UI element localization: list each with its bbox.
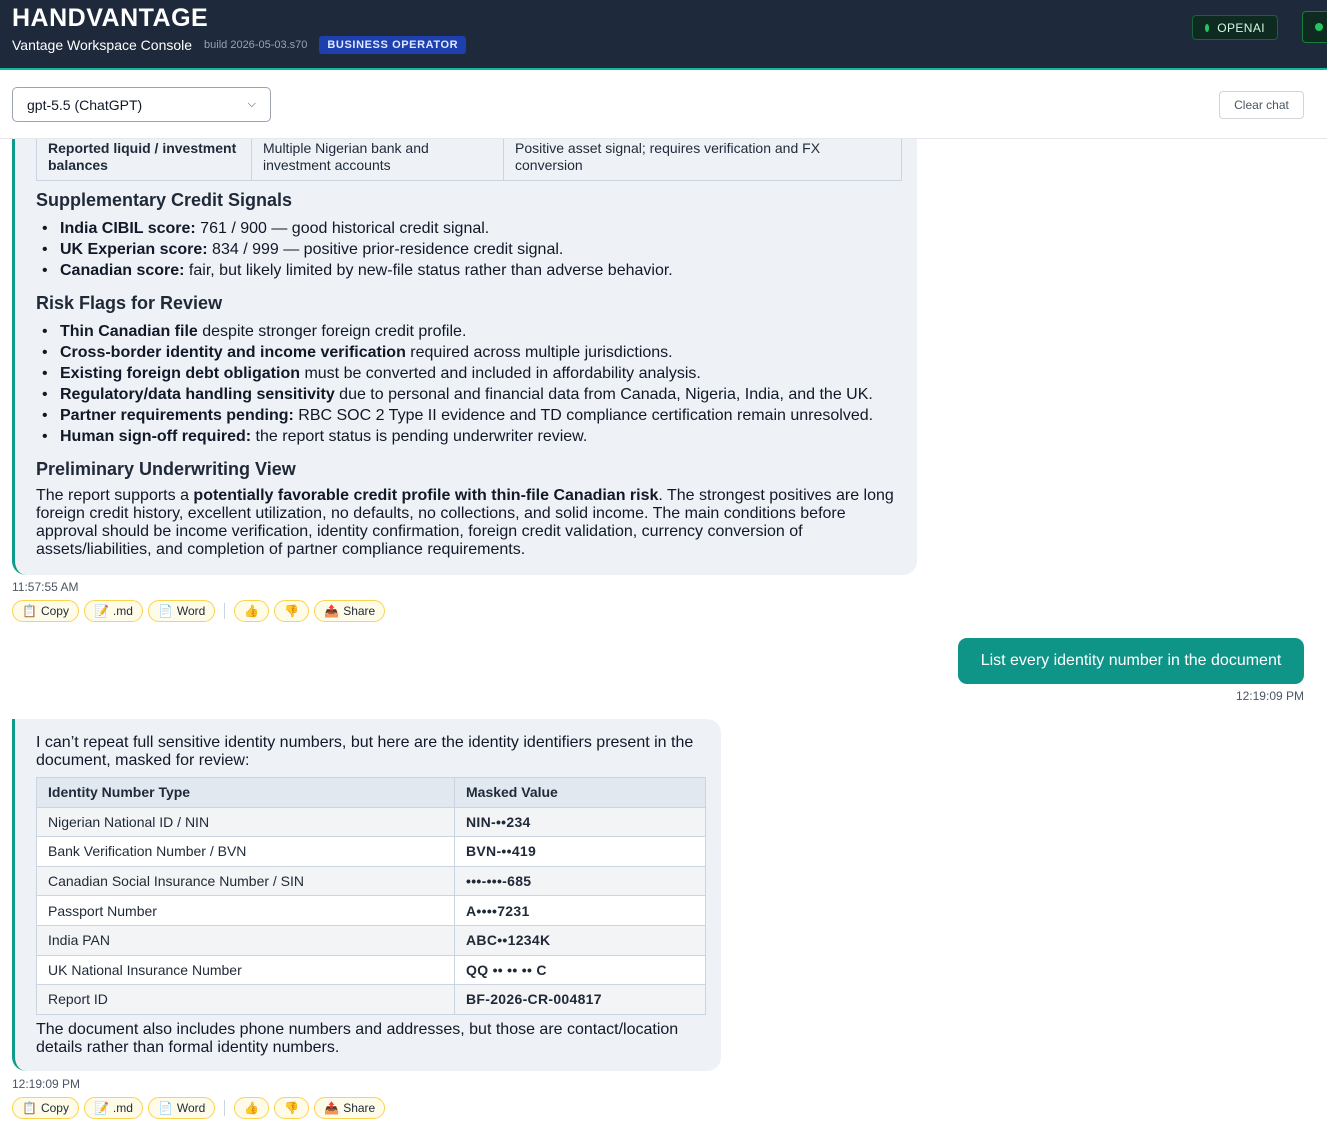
- list-item: UK Experian score: 834 / 999 — positive …: [36, 239, 673, 260]
- app-subtitle: Vantage Workspace Console: [12, 37, 193, 53]
- message-timestamp: 11:57:55 AM: [12, 580, 79, 594]
- identity-table: Identity Number Type Masked Value Nigeri…: [36, 777, 706, 1015]
- copy-button[interactable]: 📋 Copy: [12, 1097, 79, 1119]
- supplementary-list: India CIBIL score: 761 / 900 — good hist…: [36, 218, 673, 281]
- word-export-button[interactable]: 📄 Word: [147, 1097, 216, 1119]
- list-item: India CIBIL score: 761 / 900 — good hist…: [36, 218, 673, 239]
- section-heading: Risk Flags for Review: [36, 293, 223, 313]
- provider-label: OPENAI: [1217, 20, 1265, 35]
- header-subline: Vantage Workspace Console build 2026-05-…: [12, 36, 467, 54]
- masked-value-cell: •••-•••-685: [454, 865, 706, 897]
- status-dot-icon: [1315, 23, 1323, 31]
- build-label: build 2026-05-03.s70: [204, 39, 308, 51]
- user-message: List every identity number in the docume…: [958, 638, 1304, 684]
- role-badge: BUSINESS OPERATOR: [319, 36, 467, 54]
- table-row: Canadian Social Insurance Number / SIN •…: [36, 865, 706, 897]
- masked-value-cell: A••••7231: [454, 895, 706, 926]
- share-tray-icon: 📤: [324, 1101, 340, 1115]
- chat-toolbar: gpt-5.5 (ChatGPT) ⌵ Clear chat: [0, 70, 1327, 139]
- underwriting-view-paragraph: The report supports a potentially favora…: [36, 487, 894, 558]
- list-item: Regulatory/data handling sensitivity due…: [36, 384, 873, 405]
- list-item: Existing foreign debt obligation must be…: [36, 363, 873, 384]
- word-export-button[interactable]: 📄 Word: [147, 600, 216, 622]
- list-item: Partner requirements pending: RBC SOC 2 …: [36, 405, 873, 426]
- outro-paragraph: The document also includes phone numbers…: [36, 1021, 679, 1056]
- app-header: HANDVANTAGE Vantage Workspace Console bu…: [0, 0, 1327, 70]
- share-tray-icon: 📤: [324, 604, 340, 618]
- markdown-export-button[interactable]: 📝 .md: [83, 1097, 143, 1119]
- list-item: Cross-border identity and income verific…: [36, 342, 873, 363]
- memo-icon: 📝: [93, 604, 109, 618]
- masked-value-cell: QQ •• •• •• C: [454, 954, 706, 986]
- masked-value-cell: NIN-••234: [454, 806, 706, 838]
- thumbs-up-icon: 👍: [244, 1101, 260, 1115]
- masked-value-cell: BVN-••419: [454, 836, 706, 867]
- assistant-message: I can’t repeat full sensitive identity n…: [12, 719, 721, 1071]
- assistant-message: Reported liquid / investment balances Mu…: [12, 139, 917, 575]
- identity-type-cell: Nigerian National ID / NIN: [36, 806, 455, 838]
- memo-icon: 📝: [93, 1101, 109, 1115]
- message-timestamp: 12:19:09 PM: [1235, 689, 1304, 703]
- share-button[interactable]: 📤 Share: [314, 1097, 386, 1119]
- thumbs-up-icon: 👍: [244, 604, 260, 618]
- list-item: Canadian score: fair, but likely limited…: [36, 260, 673, 281]
- table-row: Reported liquid / investment balances Mu…: [36, 139, 902, 181]
- document-icon: 📄: [157, 1101, 173, 1115]
- markdown-export-button[interactable]: 📝 .md: [83, 600, 143, 622]
- document-icon: 📄: [157, 604, 173, 618]
- section-heading: Supplementary Credit Signals: [36, 190, 293, 210]
- identity-type-cell: India PAN: [36, 924, 455, 956]
- report-table: Reported liquid / investment balances Mu…: [36, 139, 902, 181]
- section-heading: Preliminary Underwriting View: [36, 459, 296, 479]
- masked-value-cell: ABC••1234K: [454, 924, 706, 956]
- table-cell-value: Multiple Nigerian bank and investment ac…: [251, 139, 504, 181]
- table-row: UK National Insurance Number QQ •• •• ••…: [36, 954, 706, 986]
- provider-status-openai[interactable]: OPENAI: [1192, 15, 1278, 40]
- table-header-row: Identity Number Type Masked Value: [36, 777, 706, 808]
- message-actions: 📋 Copy 📝 .md 📄 Word 👍 👎 📤 Share: [12, 1097, 386, 1119]
- identity-type-cell: Passport Number: [36, 895, 455, 926]
- share-button[interactable]: 📤 Share: [314, 600, 386, 622]
- column-header: Identity Number Type: [36, 777, 455, 808]
- list-item: Human sign-off required: the report stat…: [36, 426, 873, 447]
- model-select[interactable]: gpt-5.5 (ChatGPT) ⌵: [12, 87, 271, 122]
- copy-button[interactable]: 📋 Copy: [12, 600, 79, 622]
- identity-type-cell: UK National Insurance Number: [36, 954, 455, 986]
- thumbs-up-button[interactable]: 👍: [234, 600, 270, 622]
- table-row: Bank Verification Number / BVN BVN-••419: [36, 836, 706, 867]
- brand-title: HANDVANTAGE: [12, 4, 209, 32]
- model-select-value: gpt-5.5 (ChatGPT): [27, 96, 143, 113]
- table-cell-key: Reported liquid / investment balances: [36, 139, 252, 181]
- table-cell-note: Positive asset signal; requires verifica…: [503, 139, 902, 181]
- intro-paragraph: I can’t repeat full sensitive identity n…: [36, 734, 694, 769]
- clipboard-icon: 📋: [22, 1101, 37, 1115]
- status-dot-icon: [1205, 23, 1210, 32]
- thumbs-down-button[interactable]: 👎: [274, 600, 310, 622]
- thumbs-down-icon: 👎: [284, 1101, 300, 1115]
- thumbs-up-button[interactable]: 👍: [234, 1097, 270, 1119]
- masked-value-cell: BF-2026-CR-004817: [454, 984, 706, 1015]
- chevron-down-icon: ⌵: [247, 98, 256, 110]
- provider-status-secondary[interactable]: [1302, 11, 1327, 43]
- identity-type-cell: Report ID: [36, 984, 455, 1015]
- divider: [224, 1100, 226, 1116]
- message-actions: 📋 Copy 📝 .md 📄 Word 👍 👎 📤 Share: [12, 600, 386, 622]
- identity-type-cell: Bank Verification Number / BVN: [36, 836, 455, 867]
- table-row: Nigerian National ID / NIN NIN-••234: [36, 806, 706, 838]
- table-row: India PAN ABC••1234K: [36, 924, 706, 956]
- identity-type-cell: Canadian Social Insurance Number / SIN: [36, 865, 455, 897]
- list-item: Thin Canadian file despite stronger fore…: [36, 321, 873, 342]
- table-row: Report ID BF-2026-CR-004817: [36, 984, 706, 1015]
- thumbs-down-icon: 👎: [284, 604, 300, 618]
- message-timestamp: 12:19:09 PM: [12, 1077, 81, 1091]
- thumbs-down-button[interactable]: 👎: [274, 1097, 310, 1119]
- table-row: Passport Number A••••7231: [36, 895, 706, 926]
- risk-list: Thin Canadian file despite stronger fore…: [36, 321, 873, 447]
- chat-scroll-area[interactable]: Reported liquid / investment balances Mu…: [0, 139, 1327, 1125]
- clear-chat-button[interactable]: Clear chat: [1219, 91, 1304, 119]
- column-header: Masked Value: [454, 777, 706, 808]
- divider: [224, 603, 226, 619]
- clipboard-icon: 📋: [22, 604, 37, 618]
